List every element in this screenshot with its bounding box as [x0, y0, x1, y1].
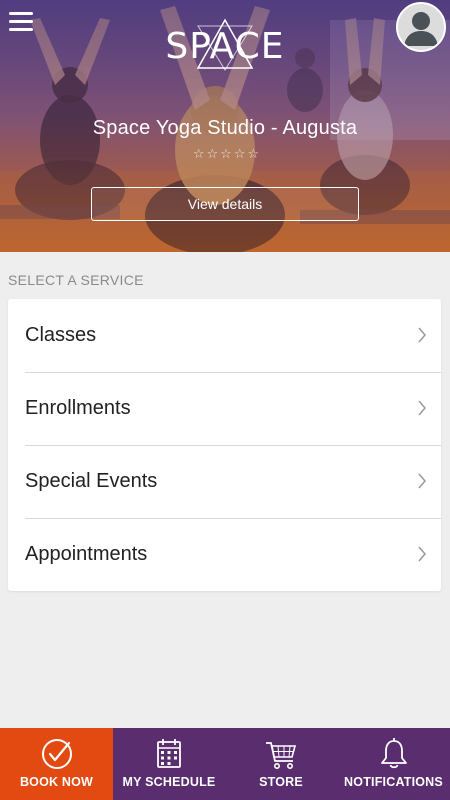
- calendar-icon: [157, 739, 181, 768]
- nav-store[interactable]: STORE: [225, 728, 337, 800]
- hamburger-icon[interactable]: [9, 12, 33, 34]
- nav-label: STORE: [259, 775, 303, 789]
- service-label: Appointments: [25, 543, 148, 565]
- view-details-button[interactable]: View details: [91, 187, 359, 221]
- chevron-right-icon: [418, 327, 426, 343]
- star-icon: ☆: [192, 147, 205, 162]
- service-label: Classes: [25, 324, 97, 346]
- space-logo: SPACE: [160, 18, 290, 74]
- nav-notifications[interactable]: NOTIFICATIONS: [337, 728, 450, 800]
- star-icon: ☆: [247, 147, 260, 162]
- service-item-appointments[interactable]: Appointments: [25, 518, 441, 591]
- bottom-nav: BOOK NOW MY SCHEDULE STORE NOTIFICATIONS: [0, 728, 450, 800]
- studio-name: Space Yoga Studio - Augusta: [92, 117, 358, 139]
- chevron-right-icon: [418, 400, 426, 416]
- service-label: Enrollments: [25, 397, 131, 419]
- service-item-classes[interactable]: Classes: [25, 299, 441, 372]
- cart-icon: [266, 742, 297, 769]
- nav-label: MY SCHEDULE: [122, 775, 216, 789]
- service-list: Classes Enrollments Special Events Appoi…: [8, 299, 441, 591]
- section-label: SELECT A SERVICE: [8, 272, 144, 288]
- nav-label: BOOK NOW: [19, 775, 94, 789]
- star-icon: ☆: [206, 147, 219, 162]
- nav-book-now[interactable]: BOOK NOW: [0, 728, 113, 800]
- service-item-enrollments[interactable]: Enrollments: [25, 372, 441, 445]
- nav-label: NOTIFICATIONS: [344, 775, 443, 789]
- service-item-special-events[interactable]: Special Events: [25, 445, 441, 518]
- nav-my-schedule[interactable]: MY SCHEDULE: [113, 728, 225, 800]
- user-avatar-icon[interactable]: [396, 2, 446, 52]
- star-icon: ☆: [220, 147, 232, 162]
- hero-banner: SPACE Space Yoga Studio - Augusta ☆ ☆ ☆ …: [0, 0, 450, 252]
- star-icon: ☆: [233, 147, 246, 162]
- logo-text: SPACE: [165, 26, 285, 67]
- star-rating: ☆ ☆ ☆ ☆ ☆: [186, 148, 266, 162]
- chevron-right-icon: [418, 546, 426, 562]
- check-circle-icon: [41, 739, 72, 769]
- service-label: Special Events: [25, 470, 158, 492]
- bell-icon: [380, 738, 407, 769]
- chevron-right-icon: [418, 473, 426, 489]
